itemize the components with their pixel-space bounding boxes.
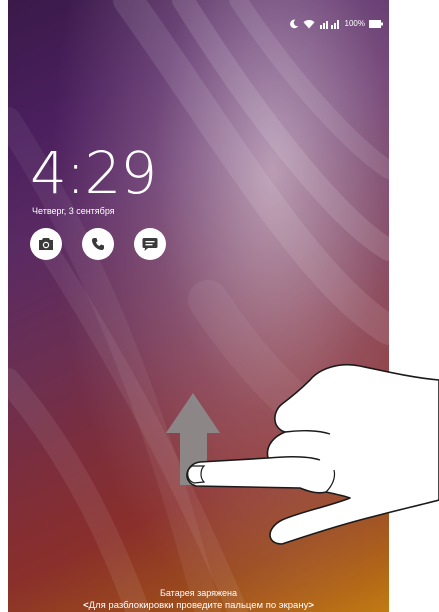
signal-icon <box>319 19 341 29</box>
clock-date: Четверг, 3 сентября <box>32 206 115 216</box>
battery-percent: 100% <box>344 19 365 28</box>
lock-screen[interactable]: 100% 4:29 Четверг, 3 сентября Батарея за… <box>8 0 389 612</box>
phone-shortcut[interactable] <box>82 228 114 260</box>
quick-launch-shortcuts <box>30 228 166 260</box>
unlock-hint-text: Для разблокировки проведите пальцем по э… <box>88 600 309 611</box>
camera-icon <box>39 238 53 250</box>
camera-shortcut[interactable] <box>30 228 62 260</box>
unlock-hint: <Для разблокировки проведите пальцем по … <box>8 600 389 612</box>
battery-status-message: Батарея заряжена <box>159 588 238 598</box>
message-icon <box>142 237 158 251</box>
clock-time: 4:29 <box>30 139 157 207</box>
battery-icon <box>369 20 383 28</box>
tutorial-illustration: 100% 4:29 Четверг, 3 сентября Батарея за… <box>0 0 439 612</box>
message-shortcut[interactable] <box>134 228 166 260</box>
moon-icon <box>289 19 299 29</box>
wallpaper-streaks <box>8 0 389 612</box>
wifi-icon <box>303 19 315 29</box>
phone-icon <box>92 238 104 250</box>
chevron-right-icon: > <box>308 600 314 611</box>
status-bar: 100% <box>8 0 389 29</box>
